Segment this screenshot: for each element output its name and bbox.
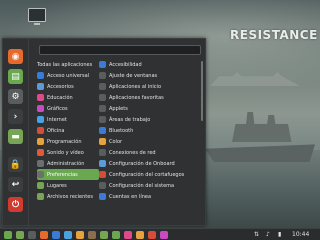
search-input[interactable] <box>39 45 201 55</box>
sound-video-category-icon <box>37 149 44 156</box>
places-category-icon <box>37 182 44 189</box>
category-item-recent-files[interactable]: Archivos recientes <box>37 191 99 202</box>
files-icon[interactable]: ▬ <box>8 129 23 144</box>
terminal-taskbar-icon[interactable] <box>28 231 36 239</box>
app-item[interactable]: Configuración de Onboard <box>99 158 199 169</box>
terminal-icon[interactable]: › <box>8 109 23 124</box>
app-item[interactable]: Configuración del cortafuegos <box>99 169 199 180</box>
internet-category-icon <box>37 116 44 123</box>
window-tiling-app-icon <box>99 72 106 79</box>
administration-category-icon <box>37 160 44 167</box>
app-item[interactable]: Bluetooth <box>99 125 199 136</box>
chromium-taskbar-icon[interactable] <box>64 231 72 239</box>
system-settings-icon[interactable]: ⚙ <box>8 89 23 104</box>
desktop-computer-icon[interactable] <box>28 8 46 25</box>
application-list: Accesibilidad Ajuste de ventanas Aplicac… <box>99 59 199 202</box>
startup-apps-app-icon <box>99 83 106 90</box>
category-item-accessibility[interactable]: Acceso universal <box>37 70 99 81</box>
logout-icon[interactable]: ↩ <box>8 177 23 192</box>
category-item-administration[interactable]: Administración <box>37 158 99 169</box>
network-icon[interactable]: ⇅ <box>254 231 259 238</box>
graphics-category-icon <box>37 105 44 112</box>
battery-icon[interactable]: ▮ <box>278 231 281 238</box>
wallpaper-title: RESISTANCE <box>230 28 318 42</box>
menu-button[interactable] <box>4 231 12 239</box>
transmission-taskbar-icon[interactable] <box>148 231 156 239</box>
software-manager-taskbar-icon[interactable] <box>112 231 120 239</box>
gimp-taskbar-icon[interactable] <box>88 231 96 239</box>
taskbar: ⇅ ♪ ▮ 10:44 <box>0 228 320 240</box>
firewall-app-icon <box>99 171 106 178</box>
pix-taskbar-icon[interactable] <box>160 231 168 239</box>
color-app-icon <box>99 138 106 145</box>
app-item[interactable]: Conexiones de red <box>99 147 199 158</box>
workspaces-app-icon <box>99 116 106 123</box>
shutdown-icon[interactable]: ⏻ <box>8 197 23 212</box>
volume-icon[interactable]: ♪ <box>266 231 270 238</box>
app-item[interactable]: Accesibilidad <box>99 59 199 70</box>
scrollbar-thumb[interactable] <box>201 61 203 121</box>
programming-category-icon <box>37 138 44 145</box>
accessibility-category-icon <box>37 72 44 79</box>
app-list-scrollbar[interactable] <box>201 59 204 223</box>
rhythmbox-taskbar-icon[interactable] <box>136 231 144 239</box>
recent-files-category-icon <box>37 193 44 200</box>
category-item-sound-video[interactable]: Sonido y vídeo <box>37 147 99 158</box>
bluetooth-app-icon <box>99 127 106 134</box>
accessories-category-icon <box>37 83 44 90</box>
app-item[interactable]: Cuentas en línea <box>99 191 199 202</box>
category-item-education[interactable]: Educación <box>37 92 99 103</box>
thunderbird-taskbar-icon[interactable] <box>52 231 60 239</box>
online-accounts-app-icon <box>99 193 106 200</box>
category-item-places[interactable]: Lugares <box>37 180 99 191</box>
category-item-all[interactable]: Todas las aplicaciones <box>37 59 99 70</box>
app-item[interactable]: Configuración del sistema <box>99 180 199 191</box>
category-item-office[interactable]: Oficina <box>37 125 99 136</box>
preferences-category-icon <box>37 171 44 178</box>
favorites-bar: ◉ ▤ ⚙ › ▬ 🔒 ↩ ⏻ <box>3 39 29 227</box>
onboard-settings-app-icon <box>99 160 106 167</box>
app-item[interactable]: Color <box>99 136 199 147</box>
applets-app-icon <box>99 105 106 112</box>
system-settings-app-icon <box>99 182 106 189</box>
preferred-apps-app-icon <box>99 94 106 101</box>
network-app-icon <box>99 149 106 156</box>
lock-screen-icon[interactable]: 🔒 <box>8 157 23 172</box>
category-item-preferences[interactable]: Preferencias <box>37 169 99 180</box>
vlc-taskbar-icon[interactable] <box>76 231 84 239</box>
office-category-icon <box>37 127 44 134</box>
accessibility-app-icon <box>99 61 106 68</box>
clock[interactable]: 10:44 <box>292 231 309 238</box>
education-category-icon <box>37 94 44 101</box>
category-item-accessories[interactable]: Accesorios <box>37 81 99 92</box>
application-menu: ◉ ▤ ⚙ › ▬ 🔒 ↩ ⏻ Todas las aplicaciones A… <box>2 38 206 227</box>
libreoffice-taskbar-icon[interactable] <box>100 231 108 239</box>
app-item[interactable]: Aplicaciones favoritas <box>99 92 199 103</box>
category-item-programming[interactable]: Programación <box>37 136 99 147</box>
category-list: Todas las aplicaciones Acceso universal … <box>37 59 99 202</box>
app-item[interactable]: Ajuste de ventanas <box>99 70 199 81</box>
firefox-taskbar-icon[interactable] <box>40 231 48 239</box>
hexchat-taskbar-icon[interactable] <box>124 231 132 239</box>
category-item-graphics[interactable]: Gráficos <box>37 103 99 114</box>
app-item[interactable]: Aplicaciones al inicio <box>99 81 199 92</box>
category-item-internet[interactable]: Internet <box>37 114 99 125</box>
app-item[interactable]: Áreas de trabajo <box>99 114 199 125</box>
firefox-icon[interactable]: ◉ <box>8 49 23 64</box>
files-taskbar-icon[interactable] <box>16 231 24 239</box>
software-manager-icon[interactable]: ▤ <box>8 69 23 84</box>
app-item[interactable]: Applets <box>99 103 199 114</box>
